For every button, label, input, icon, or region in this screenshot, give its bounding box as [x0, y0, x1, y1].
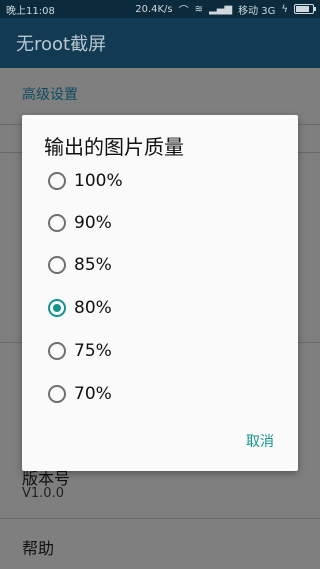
network-speed: 20.4K/s	[135, 3, 173, 15]
headset-icon: ⌒	[178, 5, 189, 17]
option-100[interactable]: 100%	[48, 163, 278, 199]
option-label: 100%	[74, 171, 123, 191]
wifi-icon: ≋	[194, 3, 204, 15]
option-label: 75%	[74, 341, 112, 361]
status-bar: 晚上11:08 20.4K/s ⌒ ≋ ▂▄▆ 移动 3G ϟ	[0, 0, 320, 18]
option-80[interactable]: 80%	[48, 290, 278, 326]
option-label: 70%	[74, 384, 112, 404]
image-quality-dialog: 输出的图片质量 100% 90% 85% 80% 75% 70% 取消	[22, 115, 298, 471]
dialog-title: 输出的图片质量	[44, 135, 184, 159]
radio-button-selected[interactable]	[48, 299, 66, 317]
status-time: 晚上11:08	[6, 5, 55, 17]
option-90[interactable]: 90%	[48, 205, 278, 241]
option-label: 90%	[74, 213, 112, 233]
option-label: 80%	[74, 298, 112, 318]
option-label: 85%	[74, 255, 112, 275]
version-value: V1.0.0	[22, 486, 64, 501]
signal-icon: ▂▄▆	[209, 3, 233, 15]
radio-button[interactable]	[48, 172, 66, 190]
battery-icon	[294, 4, 316, 14]
radio-button[interactable]	[48, 214, 66, 232]
charging-icon: ϟ	[281, 3, 288, 15]
radio-button[interactable]	[48, 342, 66, 360]
app-bar: 无root截屏	[0, 18, 320, 68]
divider	[0, 518, 320, 519]
carrier-text: 移动 3G	[238, 5, 276, 17]
section-header-advanced: 高级设置	[22, 87, 78, 103]
option-70[interactable]: 70%	[48, 376, 278, 412]
option-85[interactable]: 85%	[48, 247, 278, 283]
radio-button[interactable]	[48, 256, 66, 274]
cancel-button[interactable]: 取消	[246, 431, 274, 451]
help-item[interactable]: 帮助	[22, 535, 54, 559]
radio-button[interactable]	[48, 385, 66, 403]
option-75[interactable]: 75%	[48, 333, 278, 369]
app-title: 无root截屏	[16, 34, 107, 55]
